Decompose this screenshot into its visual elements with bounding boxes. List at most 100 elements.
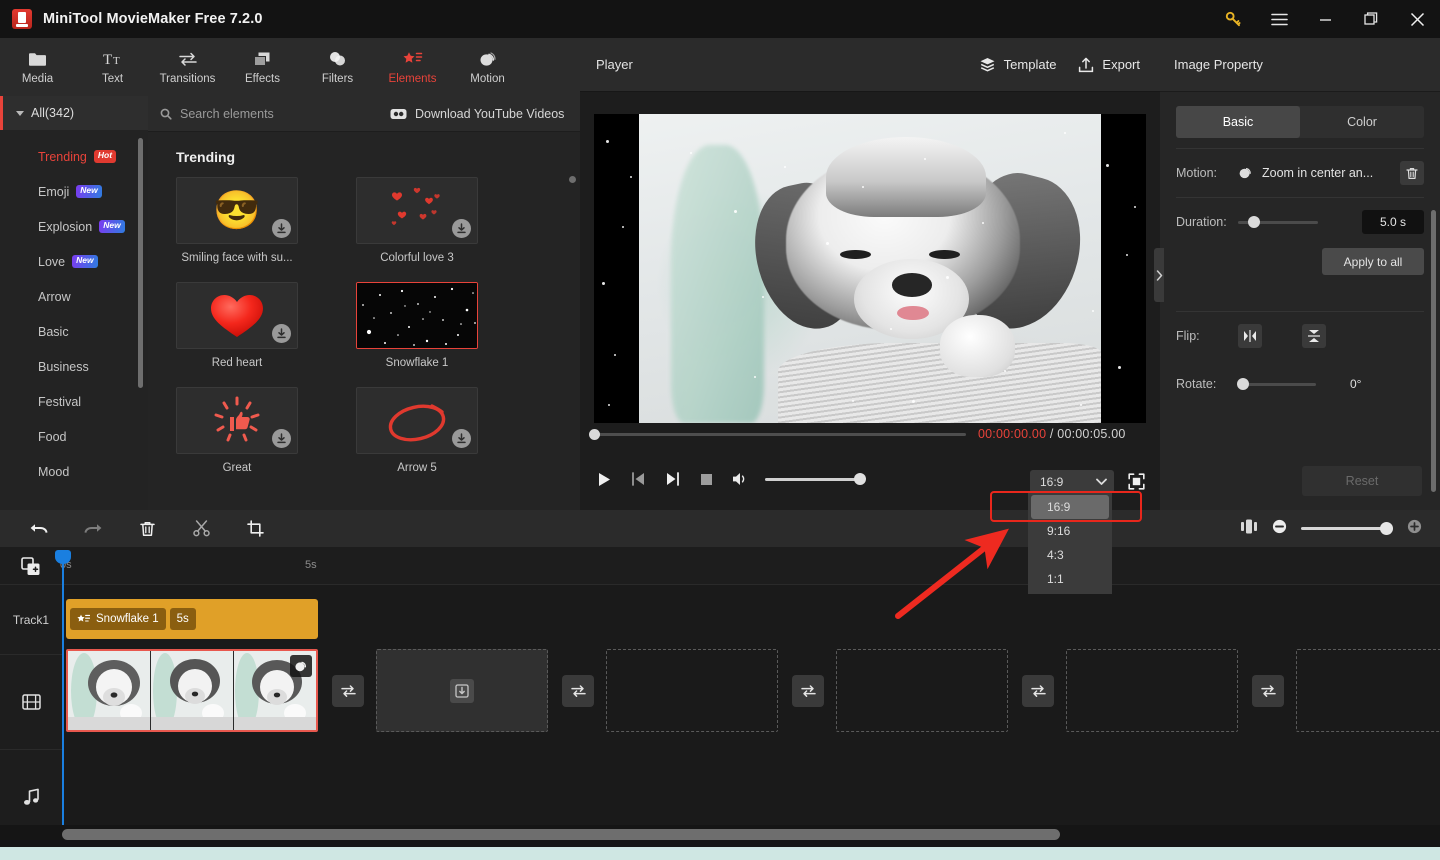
zoom-in-button[interactable] xyxy=(1407,519,1422,539)
tab-basic[interactable]: Basic xyxy=(1176,106,1300,138)
volume-handle[interactable] xyxy=(854,473,866,485)
rotate-handle[interactable] xyxy=(1237,378,1249,390)
playhead-handle[interactable] xyxy=(55,550,71,564)
transition-button[interactable] xyxy=(792,675,824,707)
toolbar-item-filters[interactable]: Filters xyxy=(300,38,375,96)
dropdown-option-1-1[interactable]: 1:1 xyxy=(1028,567,1112,591)
transition-button[interactable] xyxy=(332,675,364,707)
delete-motion-button[interactable] xyxy=(1400,161,1424,185)
download-icon[interactable] xyxy=(452,429,471,448)
download-icon[interactable] xyxy=(272,219,291,238)
dropdown-option-9-16[interactable]: 9:16 xyxy=(1028,519,1112,543)
play-button[interactable] xyxy=(587,462,621,496)
close-icon[interactable] xyxy=(1394,0,1440,38)
search-input[interactable]: Search elements xyxy=(160,107,370,121)
video-track-header[interactable] xyxy=(0,655,62,750)
timeline-zoom-handle[interactable] xyxy=(1380,522,1393,535)
sidebar-item-arrow[interactable]: Arrow xyxy=(0,279,148,314)
sidebar-item-love[interactable]: Love New xyxy=(0,244,148,279)
volume-slider[interactable] xyxy=(765,473,866,485)
element-card[interactable]: Arrow 5 xyxy=(356,387,478,474)
sidebar-item-food[interactable]: Food xyxy=(0,419,148,454)
clip-motion-badge[interactable] xyxy=(290,655,312,677)
transition-button[interactable] xyxy=(1252,675,1284,707)
toolbar-item-effects[interactable]: Effects xyxy=(225,38,300,96)
split-view-button[interactable] xyxy=(1240,519,1258,539)
add-track-button[interactable] xyxy=(0,547,62,585)
transition-button[interactable] xyxy=(562,675,594,707)
sidebar-item-trending[interactable]: Trending Hot xyxy=(0,139,148,174)
sidebar-item-festival[interactable]: Festival xyxy=(0,384,148,419)
category-scrollbar[interactable] xyxy=(138,138,143,388)
export-button[interactable]: Export xyxy=(1078,57,1140,73)
toolbar-item-media[interactable]: Media xyxy=(0,38,75,96)
seek-handle[interactable] xyxy=(589,428,600,440)
split-button[interactable] xyxy=(174,510,228,547)
download-icon[interactable] xyxy=(452,219,471,238)
transition-button[interactable] xyxy=(1022,675,1054,707)
toolbar-item-elements[interactable]: Elements xyxy=(375,38,450,96)
elements-scrollbar[interactable] xyxy=(569,176,576,183)
zoom-out-button[interactable] xyxy=(1272,519,1287,539)
duration-handle[interactable] xyxy=(1248,216,1260,228)
duration-slider[interactable] xyxy=(1238,216,1318,228)
empty-clip-slot[interactable] xyxy=(376,649,548,732)
element-card-snowflake-1[interactable]: Snowflake 1 xyxy=(356,282,478,369)
category-all[interactable]: All(342) xyxy=(0,96,148,130)
tab-color[interactable]: Color xyxy=(1300,106,1424,138)
menu-icon[interactable] xyxy=(1256,0,1302,38)
sidebar-item-basic[interactable]: Basic xyxy=(0,314,148,349)
import-icon[interactable] xyxy=(450,678,474,703)
player-stage[interactable] xyxy=(594,114,1146,423)
download-icon[interactable] xyxy=(272,429,291,448)
sidebar-item-business[interactable]: Business xyxy=(0,349,148,384)
toolbar-item-transitions[interactable]: Transitions xyxy=(150,38,225,96)
previous-frame-button[interactable] xyxy=(621,462,655,496)
panel-collapse-handle[interactable] xyxy=(1154,248,1164,302)
flip-vertical-button[interactable] xyxy=(1302,324,1326,348)
reset-button[interactable]: Reset xyxy=(1302,466,1422,496)
rotate-slider[interactable] xyxy=(1237,378,1316,390)
volume-icon[interactable] xyxy=(723,462,757,496)
duration-value[interactable]: 5.0 s xyxy=(1362,210,1424,234)
delete-button[interactable] xyxy=(120,510,174,547)
undo-button[interactable] xyxy=(12,510,66,547)
timeline-tracks[interactable]: Snowflake 1 5s xyxy=(62,585,1440,825)
redo-button[interactable] xyxy=(66,510,120,547)
next-frame-button[interactable] xyxy=(655,462,689,496)
timeline-zoom-slider[interactable] xyxy=(1301,522,1393,535)
playhead[interactable] xyxy=(55,550,71,825)
dropdown-option-16-9[interactable]: 16:9 xyxy=(1031,495,1109,519)
element-card[interactable]: Colorful love 3 xyxy=(356,177,478,264)
aspect-ratio-select[interactable]: 16:9 xyxy=(1030,470,1114,493)
empty-clip-slot[interactable] xyxy=(606,649,778,732)
seek-slider[interactable] xyxy=(589,428,966,440)
element-card[interactable]: Red heart xyxy=(176,282,298,369)
property-scrollbar[interactable] xyxy=(1431,210,1436,492)
crop-button[interactable] xyxy=(228,510,282,547)
maximize-icon[interactable] xyxy=(1348,0,1394,38)
download-youtube-button[interactable]: Download YouTube Videos xyxy=(390,107,564,121)
stop-button[interactable] xyxy=(689,462,723,496)
element-card[interactable]: Great xyxy=(176,387,298,474)
flip-horizontal-button[interactable] xyxy=(1238,324,1262,348)
empty-clip-slot[interactable] xyxy=(836,649,1008,732)
sidebar-item-explosion[interactable]: Explosion New xyxy=(0,209,148,244)
key-icon[interactable] xyxy=(1210,0,1256,38)
fullscreen-button[interactable] xyxy=(1124,470,1148,493)
track-label-track1[interactable]: Track1 xyxy=(0,585,62,655)
empty-clip-slot[interactable] xyxy=(1296,649,1440,732)
element-card[interactable]: 😎 Smiling face with su... xyxy=(176,177,298,264)
sidebar-item-mood[interactable]: Mood xyxy=(0,454,148,489)
timeline-ruler[interactable]: 0s 5s xyxy=(0,547,1440,585)
sticker-clip[interactable]: Snowflake 1 5s xyxy=(66,599,318,639)
apply-to-all-button[interactable]: Apply to all xyxy=(1322,248,1424,275)
toolbar-item-motion[interactable]: Motion xyxy=(450,38,525,96)
sidebar-item-emoji[interactable]: Emoji New xyxy=(0,174,148,209)
template-button[interactable]: Template xyxy=(979,57,1056,72)
toolbar-item-text[interactable]: TT Text xyxy=(75,38,150,96)
minimize-icon[interactable] xyxy=(1302,0,1348,38)
empty-clip-slot[interactable] xyxy=(1066,649,1238,732)
timeline-scrollbar-thumb[interactable] xyxy=(62,829,1060,840)
download-icon[interactable] xyxy=(272,324,291,343)
